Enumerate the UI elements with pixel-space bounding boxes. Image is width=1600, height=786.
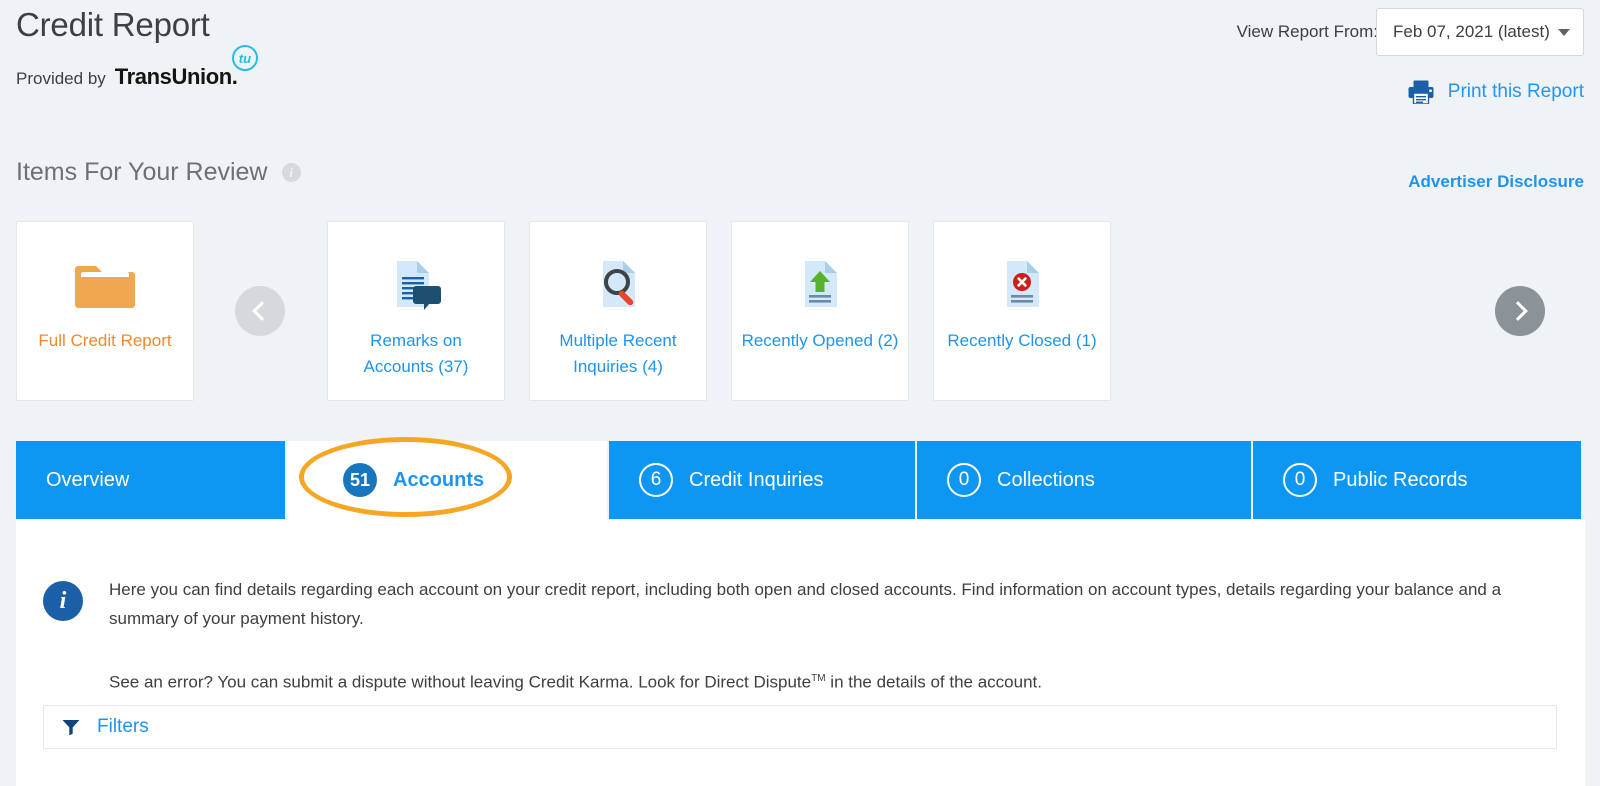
tab-label: Credit Inquiries bbox=[689, 468, 824, 491]
transunion-logo: TransUnion. tu bbox=[114, 45, 258, 90]
document-error-icon bbox=[993, 242, 1051, 328]
review-card-label: Full Credit Report bbox=[38, 331, 172, 350]
trademark-mark: TM bbox=[811, 673, 826, 684]
tab-overview[interactable]: Overview bbox=[16, 441, 285, 519]
filters-bar[interactable]: Filters bbox=[43, 705, 1557, 749]
credit-report-page: Credit Report Provided by TransUnion. tu… bbox=[0, 0, 1600, 786]
review-card-label: Remarks on Accounts (37) bbox=[363, 331, 469, 376]
tab-credit-inquiries[interactable]: 6 Credit Inquiries bbox=[607, 441, 915, 519]
review-card-full-credit-report[interactable]: Full Credit Report bbox=[16, 221, 194, 401]
view-report-from-label: View Report From: bbox=[1236, 22, 1378, 41]
filters-label: Filters bbox=[97, 716, 149, 737]
document-up-arrow-icon bbox=[791, 242, 849, 328]
chevron-left-icon bbox=[252, 301, 272, 321]
tab-label: Overview bbox=[46, 468, 130, 491]
printer-icon bbox=[1408, 80, 1434, 104]
accounts-info-paragraph-2: See an error? You can submit a dispute w… bbox=[109, 664, 1529, 697]
chevron-right-icon bbox=[1508, 301, 1528, 321]
folder-icon bbox=[73, 242, 137, 328]
review-card-label: Multiple Recent Inquiries (4) bbox=[559, 331, 677, 376]
items-for-review-header: Items For Your Review i bbox=[16, 158, 301, 187]
provided-by-label: Provided by bbox=[16, 69, 106, 88]
accounts-info-paragraph-1: Here you can find details regarding each… bbox=[109, 580, 1502, 628]
print-report-label: Print this Report bbox=[1447, 81, 1584, 102]
accounts-content-panel: i Here you can find details regarding ea… bbox=[16, 519, 1585, 786]
tab-accounts[interactable]: 51 Accounts bbox=[285, 441, 607, 519]
tab-collections[interactable]: 0 Collections bbox=[915, 441, 1251, 519]
review-card-label: Recently Closed (1) bbox=[947, 331, 1097, 350]
document-comment-icon bbox=[387, 242, 445, 328]
review-card-remarks-on-accounts[interactable]: Remarks on Accounts (37) bbox=[327, 221, 505, 401]
tab-count-badge: 0 bbox=[1283, 463, 1317, 497]
page-title: Credit Report bbox=[16, 6, 210, 43]
print-report-button[interactable]: Print this Report bbox=[1408, 80, 1584, 104]
info-icon: i bbox=[43, 581, 83, 621]
items-for-review-title: Items For Your Review bbox=[16, 158, 268, 186]
chevron-down-icon bbox=[1558, 28, 1570, 36]
report-section-tabs: Overview 51 Accounts 6 Credit Inquiries … bbox=[16, 441, 1585, 519]
tab-public-records[interactable]: 0 Public Records bbox=[1251, 441, 1581, 519]
tab-label: Public Records bbox=[1333, 468, 1468, 491]
filter-funnel-icon bbox=[62, 720, 80, 735]
carousel-next-button[interactable] bbox=[1495, 286, 1545, 336]
dispute-text-post: in the details of the account. bbox=[825, 672, 1042, 692]
review-card-recently-opened[interactable]: Recently Opened (2) bbox=[731, 221, 909, 401]
tab-count-badge: 51 bbox=[343, 463, 377, 497]
carousel-prev-button[interactable] bbox=[235, 286, 285, 336]
provided-by-row: Provided by TransUnion. tu bbox=[16, 45, 258, 90]
accounts-info-text: Here you can find details regarding each… bbox=[109, 575, 1529, 697]
tab-label: Accounts bbox=[393, 468, 485, 491]
review-card-label: Recently Opened (2) bbox=[741, 331, 899, 350]
advertiser-disclosure-link[interactable]: Advertiser Disclosure bbox=[1408, 172, 1584, 192]
tab-count-badge: 0 bbox=[947, 463, 981, 497]
document-magnifier-icon bbox=[589, 242, 647, 328]
review-cards-carousel: Full Credit Report Remarks on Accounts (… bbox=[0, 221, 1600, 403]
report-date-value: Feb 07, 2021 (latest) bbox=[1393, 22, 1550, 41]
tab-count-badge: 6 bbox=[639, 463, 673, 497]
dispute-text-pre: See an error? You can submit a dispute w… bbox=[109, 672, 812, 692]
review-card-recently-closed[interactable]: Recently Closed (1) bbox=[933, 221, 1111, 401]
info-icon[interactable]: i bbox=[281, 163, 301, 182]
transunion-wordmark: TransUnion bbox=[114, 64, 232, 89]
accounts-info-block: i Here you can find details regarding ea… bbox=[43, 575, 1529, 697]
review-card-multiple-recent-inquiries[interactable]: Multiple Recent Inquiries (4) bbox=[529, 221, 707, 401]
transunion-tu-badge-icon: tu bbox=[231, 45, 258, 71]
tab-label: Collections bbox=[997, 468, 1095, 491]
report-date-select[interactable]: Feb 07, 2021 (latest) bbox=[1376, 8, 1584, 56]
